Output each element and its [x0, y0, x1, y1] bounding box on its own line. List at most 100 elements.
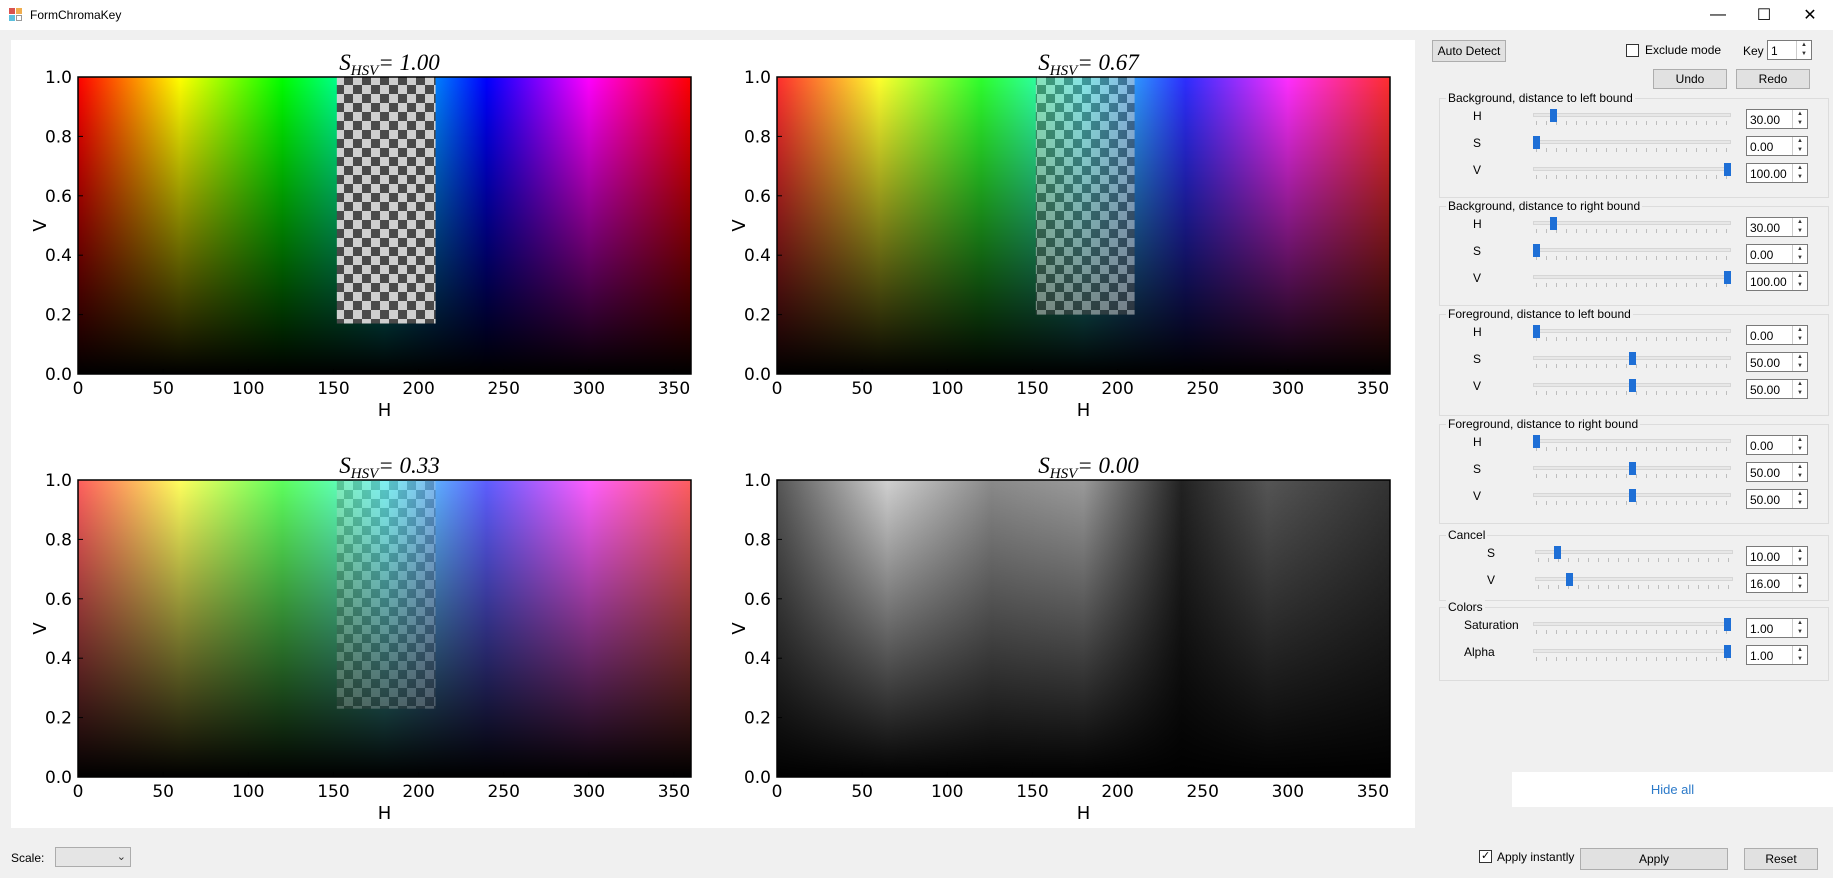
value-input[interactable]: 50.00 ▲ ▼ — [1746, 352, 1808, 372]
maximize-button[interactable]: ☐ — [1741, 0, 1787, 30]
value-spinner[interactable]: ▲ ▼ — [1792, 463, 1807, 481]
y-tick-label: 0.4 — [744, 649, 771, 669]
value-input[interactable]: 0.00 ▲ ▼ — [1746, 136, 1808, 156]
slider-thumb[interactable] — [1629, 489, 1636, 502]
value-input[interactable]: 0.00 ▲ ▼ — [1746, 435, 1808, 455]
spin-up-icon: ▲ — [1797, 620, 1803, 626]
slider[interactable] — [1533, 618, 1731, 634]
slider-thumb[interactable] — [1554, 546, 1561, 559]
value-input[interactable]: 1.00 ▲ ▼ — [1746, 645, 1808, 665]
slider-thumb[interactable] — [1724, 645, 1731, 658]
slider[interactable] — [1533, 325, 1731, 341]
slider-thumb[interactable] — [1566, 573, 1573, 586]
slider-thumb[interactable] — [1629, 352, 1636, 365]
undo-button[interactable]: Undo — [1653, 69, 1727, 89]
scale-dropdown[interactable]: ⌄ — [55, 847, 131, 867]
value-spinner[interactable]: ▲ ▼ — [1792, 619, 1807, 637]
plot-title: SHSV= 0.33 — [339, 453, 440, 482]
spin-down-icon: ▼ — [1797, 255, 1803, 261]
slider-thumb[interactable] — [1724, 271, 1731, 284]
value-spinner[interactable]: ▲ ▼ — [1792, 574, 1807, 592]
y-tick-label: 0.0 — [45, 365, 72, 385]
auto-detect-button[interactable]: Auto Detect — [1432, 40, 1506, 62]
value-input[interactable]: 16.00 ▲ ▼ — [1746, 573, 1808, 593]
value-spinner[interactable]: ▲ ▼ — [1792, 436, 1807, 454]
hsv-plot-3: 0 50 100 150 200 250 300 350 0.0 0.2 0.4 0.6 0.8 1.0 H… — [30, 453, 692, 824]
value-spinner[interactable]: ▲ ▼ — [1792, 490, 1807, 508]
key-input[interactable]: 1 ▲ ▼ — [1767, 40, 1812, 60]
slider[interactable] — [1533, 136, 1731, 152]
slider[interactable] — [1533, 244, 1731, 260]
slider[interactable] — [1533, 462, 1731, 478]
x-tick-label: 250 — [1186, 782, 1218, 802]
slider-track — [1533, 622, 1731, 626]
plot-title-value: = 0.67 — [1077, 50, 1140, 75]
value-spinner[interactable]: ▲ ▼ — [1792, 164, 1807, 182]
value-spinner[interactable]: ▲ ▼ — [1792, 245, 1807, 263]
value-input[interactable]: 1.00 ▲ ▼ — [1746, 618, 1808, 638]
value-input[interactable]: 50.00 ▲ ▼ — [1746, 489, 1808, 509]
y-tick-label: 0.2 — [45, 709, 72, 729]
slider[interactable] — [1533, 217, 1731, 233]
hide-all-link[interactable]: Hide all — [1512, 772, 1833, 807]
reset-button[interactable]: Reset — [1744, 848, 1818, 870]
slider[interactable] — [1533, 435, 1731, 451]
slider-thumb[interactable] — [1533, 325, 1540, 338]
spin-up-icon: ▲ — [1801, 42, 1807, 48]
value-input[interactable]: 50.00 ▲ ▼ — [1746, 462, 1808, 482]
slider[interactable] — [1533, 645, 1731, 661]
slider-thumb[interactable] — [1533, 244, 1540, 257]
slider-thumb[interactable] — [1724, 618, 1731, 631]
y-tick-label: 0.0 — [744, 365, 771, 385]
spin-up-icon: ▲ — [1797, 647, 1803, 653]
value-spinner[interactable]: ▲ ▼ — [1792, 326, 1807, 344]
value-input[interactable]: 100.00 ▲ ▼ — [1746, 271, 1808, 291]
value-spinner[interactable]: ▲ ▼ — [1792, 353, 1807, 371]
slider[interactable] — [1533, 163, 1731, 179]
value-spinner[interactable]: ▲ ▼ — [1792, 380, 1807, 398]
value-input[interactable]: 0.00 ▲ ▼ — [1746, 244, 1808, 264]
spin-down-icon: ▼ — [1797, 282, 1803, 288]
slider-thumb[interactable] — [1550, 217, 1557, 230]
value-input[interactable]: 10.00 ▲ ▼ — [1746, 546, 1808, 566]
value-spinner[interactable]: ▲ ▼ — [1792, 137, 1807, 155]
slider-ticks — [1536, 447, 1728, 451]
slider-thumb[interactable] — [1533, 136, 1540, 149]
value-text: 16.00 — [1750, 577, 1781, 591]
slider[interactable] — [1535, 573, 1733, 589]
plot-title-main: S — [339, 453, 351, 478]
slider[interactable] — [1533, 271, 1731, 287]
apply-instantly-checkbox[interactable]: ✓ — [1479, 850, 1492, 863]
value-input[interactable]: 100.00 ▲ ▼ — [1746, 163, 1808, 183]
value-spinner[interactable]: ▲ ▼ — [1792, 218, 1807, 236]
value-spinner[interactable]: ▲ ▼ — [1792, 646, 1807, 664]
slider[interactable] — [1533, 352, 1731, 368]
exclude-mode-checkbox[interactable] — [1626, 44, 1639, 57]
apply-button[interactable]: Apply — [1580, 848, 1728, 870]
redo-button[interactable]: Redo — [1736, 69, 1810, 89]
value-input[interactable]: 50.00 ▲ ▼ — [1746, 379, 1808, 399]
value-input[interactable]: 0.00 ▲ ▼ — [1746, 325, 1808, 345]
hsv-plot-4: 0 50 100 150 200 250 300 350 0.0 0.2 0.4 0.6 0.8 1.0 H… — [729, 453, 1391, 824]
slider[interactable] — [1533, 379, 1731, 395]
key-spinner[interactable]: ▲ ▼ — [1796, 41, 1811, 59]
y-tick-label: 0.6 — [45, 187, 72, 207]
value-spinner[interactable]: ▲ ▼ — [1792, 547, 1807, 565]
x-tick-label: 200 — [402, 782, 434, 802]
slider-thumb[interactable] — [1629, 379, 1636, 392]
value-input[interactable]: 30.00 ▲ ▼ — [1746, 109, 1808, 129]
value-spinner[interactable]: ▲ ▼ — [1792, 110, 1807, 128]
value-input[interactable]: 30.00 ▲ ▼ — [1746, 217, 1808, 237]
slider-thumb[interactable] — [1724, 163, 1731, 176]
minimize-button[interactable]: — — [1695, 0, 1741, 30]
value-spinner[interactable]: ▲ ▼ — [1792, 272, 1807, 290]
slider[interactable] — [1533, 489, 1731, 505]
slider-thumb[interactable] — [1629, 462, 1636, 475]
slider[interactable] — [1533, 109, 1731, 125]
slider-track — [1533, 275, 1731, 279]
y-tick-label: 0.6 — [744, 590, 771, 610]
close-button[interactable]: ✕ — [1787, 0, 1833, 30]
slider-thumb[interactable] — [1550, 109, 1557, 122]
slider-thumb[interactable] — [1533, 435, 1540, 448]
slider[interactable] — [1535, 546, 1733, 562]
